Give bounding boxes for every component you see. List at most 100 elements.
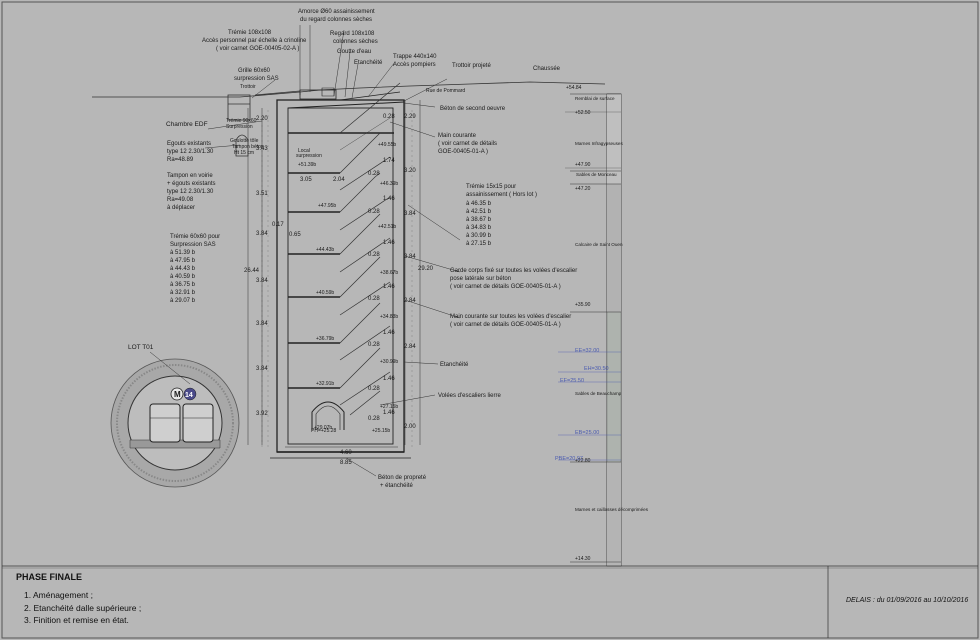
tremie60-line5: à 44.43 b	[170, 266, 196, 272]
main-courante-line2: ( voir carnet de détails	[438, 141, 497, 147]
stair-mark-3: +42.51b	[378, 224, 396, 230]
amorce-line2: du regard colonnes sèches	[300, 17, 372, 23]
tremie15-line8: à 27.15 b	[466, 241, 492, 247]
phase-step-text: Etanchéité dalle supérieure ;	[33, 602, 142, 613]
chambre-edf-label: Chambre EDF	[166, 121, 208, 128]
egouts-line2: type 12 2.30/1.30	[167, 149, 214, 155]
dim-26-44: 26.44	[244, 268, 260, 274]
volees-label: Volées d'escaliers lierre	[438, 393, 502, 399]
left-dim-7: 3.84	[256, 366, 268, 372]
landing-1: +51.39b	[298, 162, 316, 168]
stair-mark-5: +34.83b	[380, 314, 398, 320]
geo-layer-3: Sables de Monceau	[576, 172, 617, 177]
geo-layer-4: Calcaire de Saint Ouen	[575, 242, 623, 247]
left-dim-6: 3.84	[256, 321, 268, 327]
right-dim-2: 3.20	[404, 168, 416, 174]
tremie15-line1: Trémie 15x15 pour	[466, 184, 516, 190]
egouts-line1: Egouts existants	[167, 141, 211, 147]
etancheite-mid-label: Etanchéité	[440, 362, 469, 368]
geo-level-7: +14.30	[575, 556, 591, 562]
trappe-line1: Trappe 440x140	[393, 54, 437, 60]
tampon-line1: Tampon en voirie	[167, 173, 213, 179]
rue-label: Rue de Pommard	[426, 88, 465, 94]
step-dim-9: 0.28	[368, 296, 380, 302]
left-dim-8: 3.92	[256, 411, 268, 417]
step-dim-15: 0.28	[368, 416, 380, 422]
local-line2: surpression	[296, 153, 322, 159]
left-dim-1: 2.20	[256, 116, 268, 122]
tremie60-line4: à 47.95 b	[170, 258, 196, 264]
width-bottom: 8.85	[340, 460, 352, 466]
phase-step-text: Aménagement ;	[32, 590, 93, 600]
geo-level-5: +35.90	[575, 302, 591, 308]
landing-2: +47.95b	[318, 203, 336, 209]
garde-corps-line2: pose latérale sur béton	[450, 276, 511, 282]
geo-level-4: +47.20	[575, 186, 591, 192]
garde-corps-line3: ( voir carnet de détails GOE-00405-01-A …	[450, 284, 561, 290]
ground-line	[92, 81, 606, 98]
tremie108-line2: Accès personnel par échelle à crinoline	[202, 38, 307, 44]
stair-mark-2: +46.39b	[380, 181, 398, 187]
tremie15-line3: à 46.35 b	[466, 201, 492, 207]
grille-line1: Grille 60x60	[238, 68, 271, 74]
chaussee-label: Chaussée	[533, 66, 561, 72]
left-annotations: Chambre EDF Egouts existants type 12 2.3…	[128, 121, 220, 351]
step-dim-8: 1.46	[383, 284, 395, 290]
water-level-2: EH=30.50	[584, 366, 609, 372]
delay-label: DELAIS : du 01/09/2016 au 10/10/2016	[846, 597, 969, 604]
tremie60-line8: à 32.91 b	[170, 290, 196, 296]
regard-line2: colonnes sèches	[333, 39, 378, 45]
step-dim-1: 0.28	[383, 114, 395, 120]
tampon-line3: type 12 2.30/1.30	[167, 189, 214, 195]
tremie15-line4: à 42.51 b	[466, 209, 492, 215]
egouts-line3: Ra=48.89	[167, 157, 194, 163]
phase-step: 2. Etanchéité dalle supérieure ;	[24, 602, 142, 613]
geo-level-2: +52.50	[575, 110, 591, 116]
beton-propre-line2: + étanchéité	[380, 483, 414, 489]
stair-mark-6: +30.99b	[380, 359, 398, 365]
phase-steps: 1. Aménagement ; 2. Etanchéité dalle sup…	[24, 589, 141, 627]
metro-tunnel	[110, 358, 240, 488]
left-dim-4: 3.84	[256, 231, 268, 237]
tremie-small-line2: Surpression	[226, 124, 253, 130]
geo-layer-5: Sables de Beauchamp	[575, 391, 622, 396]
dim-29-20: 29.20	[418, 266, 434, 272]
tampon-line5: à déplacer	[167, 205, 195, 211]
dim-2-04: 2.04	[333, 177, 345, 183]
step-dim-7: 0.28	[368, 252, 380, 258]
phase-step: 3. Finition et remise en état.	[24, 615, 129, 625]
tampon-line2: + égouts existants	[167, 181, 216, 187]
right-dim-3: 3.84	[404, 211, 416, 217]
main-courante-line3: GOE-00405-01-A )	[438, 149, 488, 155]
step-dim-12: 1.46	[383, 376, 395, 382]
goutte-label: Goutte d'eau	[337, 49, 371, 55]
right-dim-7: 2.00	[404, 424, 416, 430]
etancheite-top-label: Etanchéité	[354, 60, 383, 66]
main-courante-all-line1: Main courante sur toutes les volées d'es…	[450, 314, 571, 320]
right-dim-6: 2.84	[404, 344, 416, 350]
stair-mark-4: +38.67b	[380, 270, 398, 276]
stair-mark-8: +25.15b	[372, 428, 390, 434]
tampon-line4: Ra=49.08	[167, 197, 194, 203]
geo-layer-6: Marnes et caillasses décomprimées	[575, 507, 649, 512]
stair-mark-1: +49.55b	[378, 142, 396, 148]
geo-level-1: +54.84	[566, 85, 582, 91]
landing-4: +40.59b	[316, 290, 334, 296]
dim-3-05: 3.05	[300, 177, 312, 183]
tremie15-line5: à 38.67 b	[466, 217, 492, 223]
metro-m-label: M	[174, 390, 181, 399]
left-dim-5: 3.84	[256, 278, 268, 284]
landing-3: +44.43b	[316, 247, 334, 253]
main-courante-all-line2: ( voir carnet de détails GOE-00405-01-A …	[450, 322, 561, 328]
tremie15-line6: à 34.83 b	[466, 225, 492, 231]
water-level-3: EF=25.50	[560, 378, 584, 384]
tremie60-line7: à 36.75 b	[170, 282, 196, 288]
dim-0-65: 0.65	[289, 232, 301, 238]
step-dim-2: 1.74	[383, 158, 395, 164]
phase-step: 1. Aménagement ;	[24, 590, 93, 600]
phase-title: PHASE FINALE	[16, 572, 83, 582]
dim-0-17: 0.17	[272, 222, 284, 228]
step-dim-13: 0.28	[368, 386, 380, 392]
step-dim-10: 1.46	[383, 330, 395, 336]
trottoir-label: Trottoir projeté	[452, 63, 491, 69]
